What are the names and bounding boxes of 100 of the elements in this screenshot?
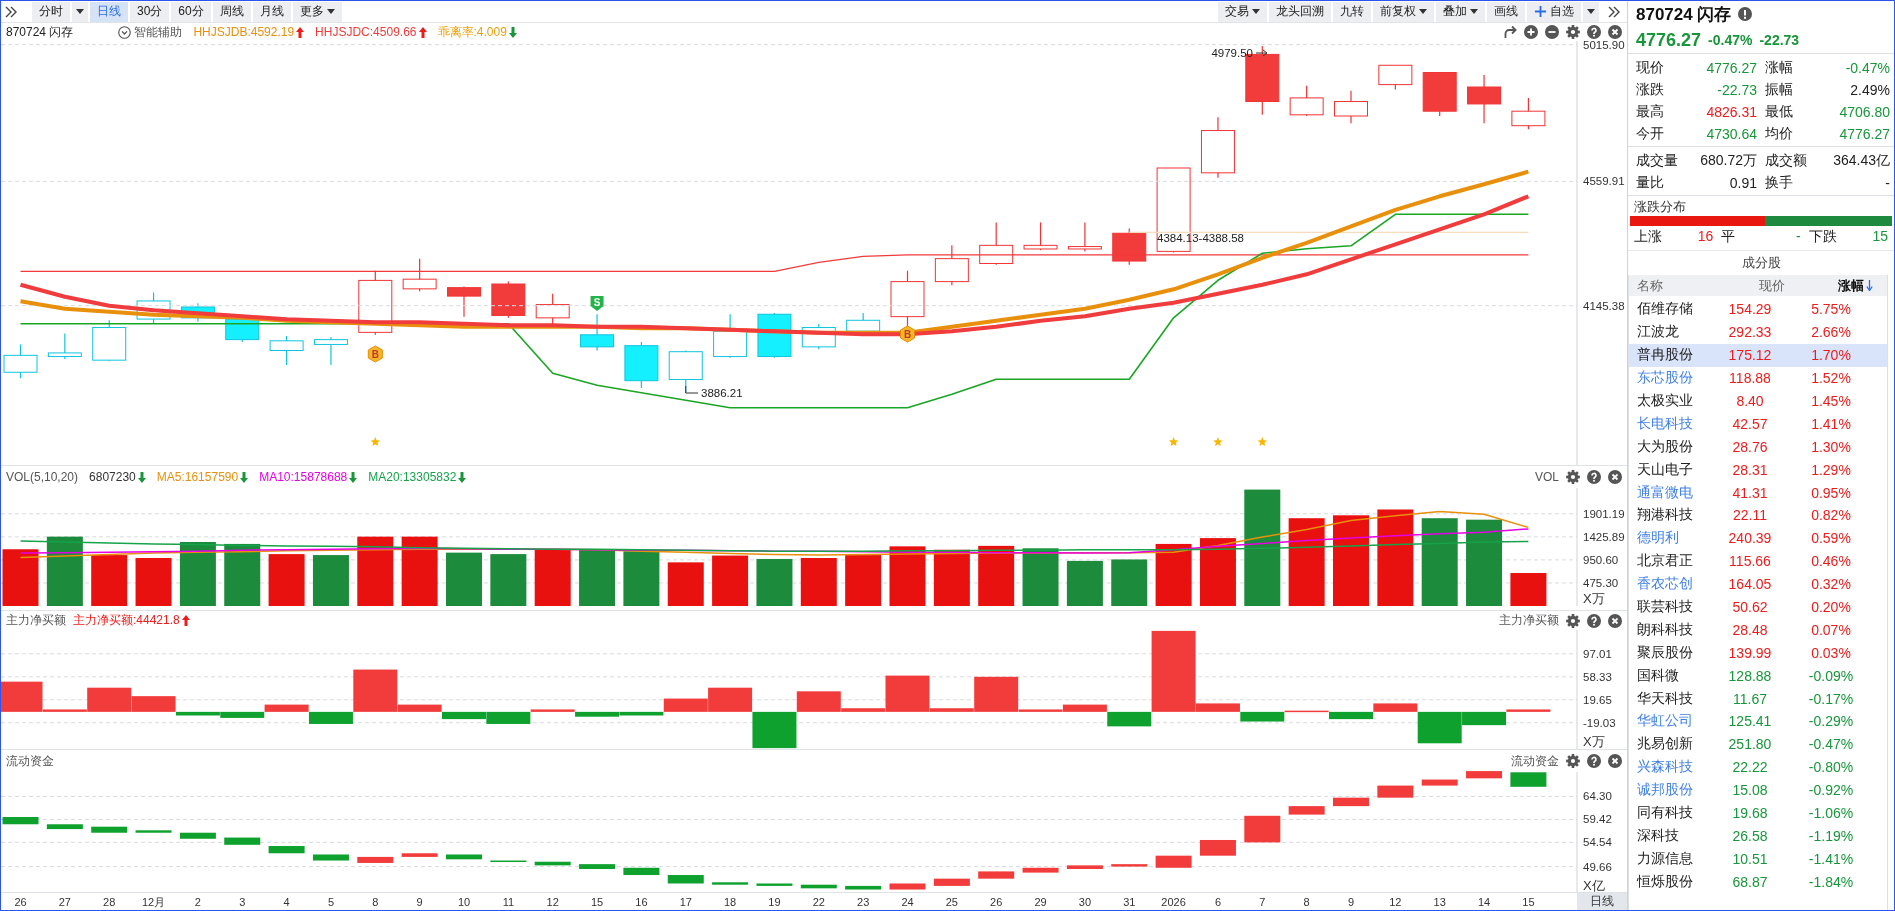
stock-change: 0.95% [1810, 484, 1852, 501]
date-label: 9 [1347, 895, 1355, 908]
date-label: 3 [239, 895, 246, 908]
buy-signal-marker: B [900, 325, 915, 343]
axis-unit: X万 [1583, 733, 1605, 749]
count-label: 平 [1721, 228, 1736, 246]
stock-name: 普冉股份 [1636, 346, 1694, 365]
stock-change: 1.41% [1810, 415, 1852, 432]
stat-value: 4730.64 [1705, 126, 1757, 142]
indicator-value: MA10:15878688 [259, 470, 348, 484]
date-label: 18 [723, 895, 737, 908]
stock-price: 26.58 [1731, 827, 1769, 844]
date-label: 27 [58, 895, 71, 908]
stock-change: 0.82% [1810, 507, 1852, 524]
stock-name: 华天科技 [1636, 689, 1694, 708]
stock-price: 68.87 [1731, 873, 1769, 890]
stock-price: 128.88 [1727, 667, 1773, 684]
stock-name: 诚邦股份 [1636, 781, 1694, 800]
count-value: - [1796, 228, 1801, 246]
stock-change: -1.41% [1807, 850, 1855, 867]
stock-price: 28.48 [1731, 621, 1769, 638]
stock-price: 292.33 [1727, 324, 1773, 341]
stat-label: 涨幅 [1764, 59, 1794, 77]
axis-label: 59.42 [1583, 813, 1612, 826]
date-label: 30 [1078, 895, 1092, 908]
stock-change: 0.20% [1810, 599, 1852, 615]
stock-name: 大为股份 [1636, 437, 1694, 456]
indicator-value: HHJSJDB:4592.19 [193, 25, 295, 39]
date-label: 8 [372, 895, 379, 908]
stat-value: -0.47% [1844, 60, 1890, 76]
date-label: 29 [1034, 895, 1047, 908]
stock-price: 42.57 [1731, 415, 1769, 432]
stat-value: 0.91 [1728, 175, 1757, 191]
stock-price: 22.22 [1731, 759, 1769, 776]
stock-name: 太极实业 [1636, 392, 1694, 410]
stock-change: -1.06% [1807, 805, 1855, 822]
stock-name: 香农芯创 [1636, 575, 1694, 594]
date-label: 26 [990, 895, 1003, 908]
indicator-value: 主力净买额:44421.8 [73, 612, 180, 629]
stat-label: 成交量 [1636, 152, 1679, 170]
date-label: 12 [546, 895, 559, 908]
stock-name: 通富微电 [1636, 483, 1694, 502]
date-label: 17 [679, 895, 692, 908]
date-label: 19 [768, 895, 781, 908]
stat-value: 4706.80 [1838, 104, 1890, 120]
date-label: 11 [502, 895, 515, 908]
period-label: 日线 [1577, 893, 1627, 910]
count-value: 16 [1697, 228, 1714, 246]
stat-label: 涨跌 [1636, 81, 1665, 99]
date-label: 9 [416, 895, 423, 908]
date-label: 7 [1259, 895, 1266, 908]
stock-price: 139.99 [1727, 644, 1773, 661]
stock-name: 德明利 [1636, 529, 1680, 548]
section-title: 涨跌分布 [1633, 198, 1687, 216]
stock-change: 1.29% [1810, 461, 1852, 478]
stock-name: 天山电子 [1636, 460, 1694, 479]
stock-name: 恒烁股份 [1635, 872, 1694, 891]
axis-label: -19.03 [1583, 716, 1616, 729]
stock-change: 1.45% [1810, 393, 1852, 409]
stock-price: 19.68 [1731, 805, 1769, 822]
panel-label: 流动资金 [1511, 752, 1559, 770]
panel-label: VOL(5,10,20) [6, 470, 79, 484]
stock-change: -0.47% [1807, 736, 1855, 753]
axis-label: 97.01 [1583, 647, 1612, 660]
stock-price: 10.51 [1731, 850, 1769, 867]
date-label: 5 [327, 895, 334, 908]
price-annotation: 4384.13-4388.58 [1157, 232, 1244, 244]
date-label: 28 [103, 895, 116, 908]
date-label: 8 [1303, 895, 1310, 908]
stock-change: 0.46% [1810, 553, 1852, 570]
stock-name: 华虹公司 [1636, 712, 1694, 731]
stock-change: -0.92% [1807, 782, 1855, 799]
chart-title: 870724 闪存 [6, 23, 74, 41]
stock-change: 0.07% [1810, 621, 1852, 638]
stat-label: 量比 [1636, 174, 1665, 192]
stock-price: 15.08 [1731, 782, 1769, 799]
stock-change: -0.09% [1807, 667, 1855, 684]
date-label: 24 [901, 895, 914, 908]
stock-change: -0.17% [1807, 690, 1855, 707]
axis-label: 1425.89 [1583, 530, 1625, 543]
count-value: 15 [1872, 228, 1888, 246]
stock-price: 22.11 [1732, 507, 1768, 524]
date-label: 2 [194, 895, 201, 908]
date-label: 31 [1123, 895, 1136, 908]
axis-label: 5015.90 [1583, 38, 1625, 51]
change-percent: -0.47% [1708, 32, 1753, 48]
stat-label: 换手 [1764, 174, 1794, 192]
last-price: 4776.27 [1636, 29, 1702, 51]
axis-label: 475.30 [1583, 576, 1619, 589]
stat-label: 均价 [1764, 125, 1794, 143]
stock-change: 0.03% [1810, 644, 1852, 661]
stat-value: 2.49% [1849, 82, 1890, 98]
stock-name: 兆易创新 [1636, 735, 1694, 754]
date-label: 10 [457, 895, 471, 908]
axis-label: 54.54 [1583, 836, 1612, 849]
stock-change: -0.29% [1807, 713, 1855, 730]
stock-name: 朗科科技 [1636, 620, 1694, 639]
stat-value: - [1884, 175, 1890, 191]
stock-change: 5.75% [1810, 301, 1852, 318]
axis-unit: X万 [1583, 591, 1605, 607]
